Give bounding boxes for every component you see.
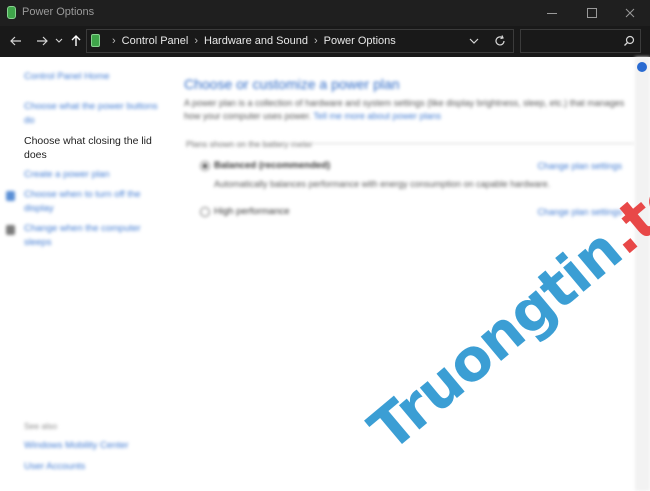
section-divider xyxy=(285,143,635,144)
forward-button[interactable] xyxy=(32,31,52,51)
plan-balanced-description: Automatically balances performance with … xyxy=(214,179,551,189)
plan-balanced-radio[interactable] xyxy=(200,161,210,171)
chevron-right-icon[interactable]: › xyxy=(194,35,198,47)
chevron-right-icon[interactable]: › xyxy=(314,35,318,47)
maximize-icon xyxy=(587,8,597,18)
breadcrumb-hardware-and-sound[interactable]: Hardware and Sound xyxy=(204,35,308,47)
title-bar: Power Options xyxy=(0,0,650,26)
help-icon[interactable] xyxy=(637,62,647,72)
minimize-button[interactable] xyxy=(530,0,574,26)
plan-high-performance[interactable]: High performance xyxy=(200,206,500,220)
chevron-down-icon xyxy=(469,38,479,44)
section-header: Plans shown on the battery meter xyxy=(186,139,313,149)
close-icon xyxy=(625,8,635,18)
plan-balanced-settings-link[interactable]: Change plan settings xyxy=(537,161,622,171)
back-button[interactable] xyxy=(6,31,26,51)
see-also-heading: See also xyxy=(24,421,58,431)
plan-balanced-name: Balanced (recommended) xyxy=(214,160,331,171)
breadcrumb-power-options[interactable]: Power Options xyxy=(324,35,396,47)
page-description: A power plan is a collection of hardware… xyxy=(184,97,634,123)
page-title: Choose or customize a power plan xyxy=(184,76,400,92)
arrow-right-icon xyxy=(37,36,48,46)
navigation-bar: › Control Panel › Hardware and Sound › Power … xyxy=(0,26,650,57)
plan-balanced[interactable]: Balanced (recommended) xyxy=(200,160,500,174)
see-also-mobility-center[interactable]: Windows Mobility Center xyxy=(24,439,159,453)
arrow-left-icon xyxy=(10,36,21,46)
vertical-scrollbar[interactable] xyxy=(635,57,650,491)
search-input[interactable] xyxy=(520,29,641,53)
sidebar-item-closing-lid[interactable]: Choose what closing the lid does xyxy=(24,134,159,162)
plan-high-performance-name: High performance xyxy=(214,206,290,217)
chevron-down-icon xyxy=(55,38,63,43)
arrow-up-icon xyxy=(71,35,81,46)
sidebar-item-computer-sleeps[interactable]: Change when the computer sleeps xyxy=(24,222,159,250)
sidebar-item-control-panel-home[interactable]: Control Panel Home xyxy=(24,70,159,84)
see-also-user-accounts[interactable]: User Accounts xyxy=(24,460,159,474)
window-title: Power Options xyxy=(22,6,95,18)
search-icon xyxy=(624,35,635,46)
sidebar-item-power-buttons[interactable]: Choose what the power buttons do xyxy=(24,100,159,128)
plan-high-performance-radio[interactable] xyxy=(200,207,210,217)
minimize-icon xyxy=(547,12,557,14)
sleep-icon xyxy=(6,225,15,235)
task-pane: Control Panel Home Choose what the power… xyxy=(0,57,165,491)
sidebar-item-create-plan[interactable]: Create a power plan xyxy=(24,168,159,182)
refresh-icon xyxy=(495,35,505,46)
chevron-right-icon: › xyxy=(112,35,116,47)
sidebar-item-turn-off-display[interactable]: Choose when to turn off the display xyxy=(24,188,159,216)
address-bar[interactable]: › Control Panel › Hardware and Sound › Power … xyxy=(86,29,514,53)
breadcrumb-control-panel[interactable]: Control Panel xyxy=(122,35,189,47)
refresh-button[interactable] xyxy=(493,34,507,48)
power-plans-help-link[interactable]: Tell me more about power plans xyxy=(313,111,441,121)
recent-locations-button[interactable] xyxy=(53,31,65,51)
battery-icon xyxy=(7,6,16,19)
breadcrumb: › Control Panel › Hardware and Sound › Power … xyxy=(106,35,396,47)
battery-icon xyxy=(91,34,100,47)
up-button[interactable] xyxy=(68,31,84,51)
address-dropdown-button[interactable] xyxy=(467,34,481,48)
close-button[interactable] xyxy=(608,0,650,26)
shield-icon xyxy=(6,191,15,201)
